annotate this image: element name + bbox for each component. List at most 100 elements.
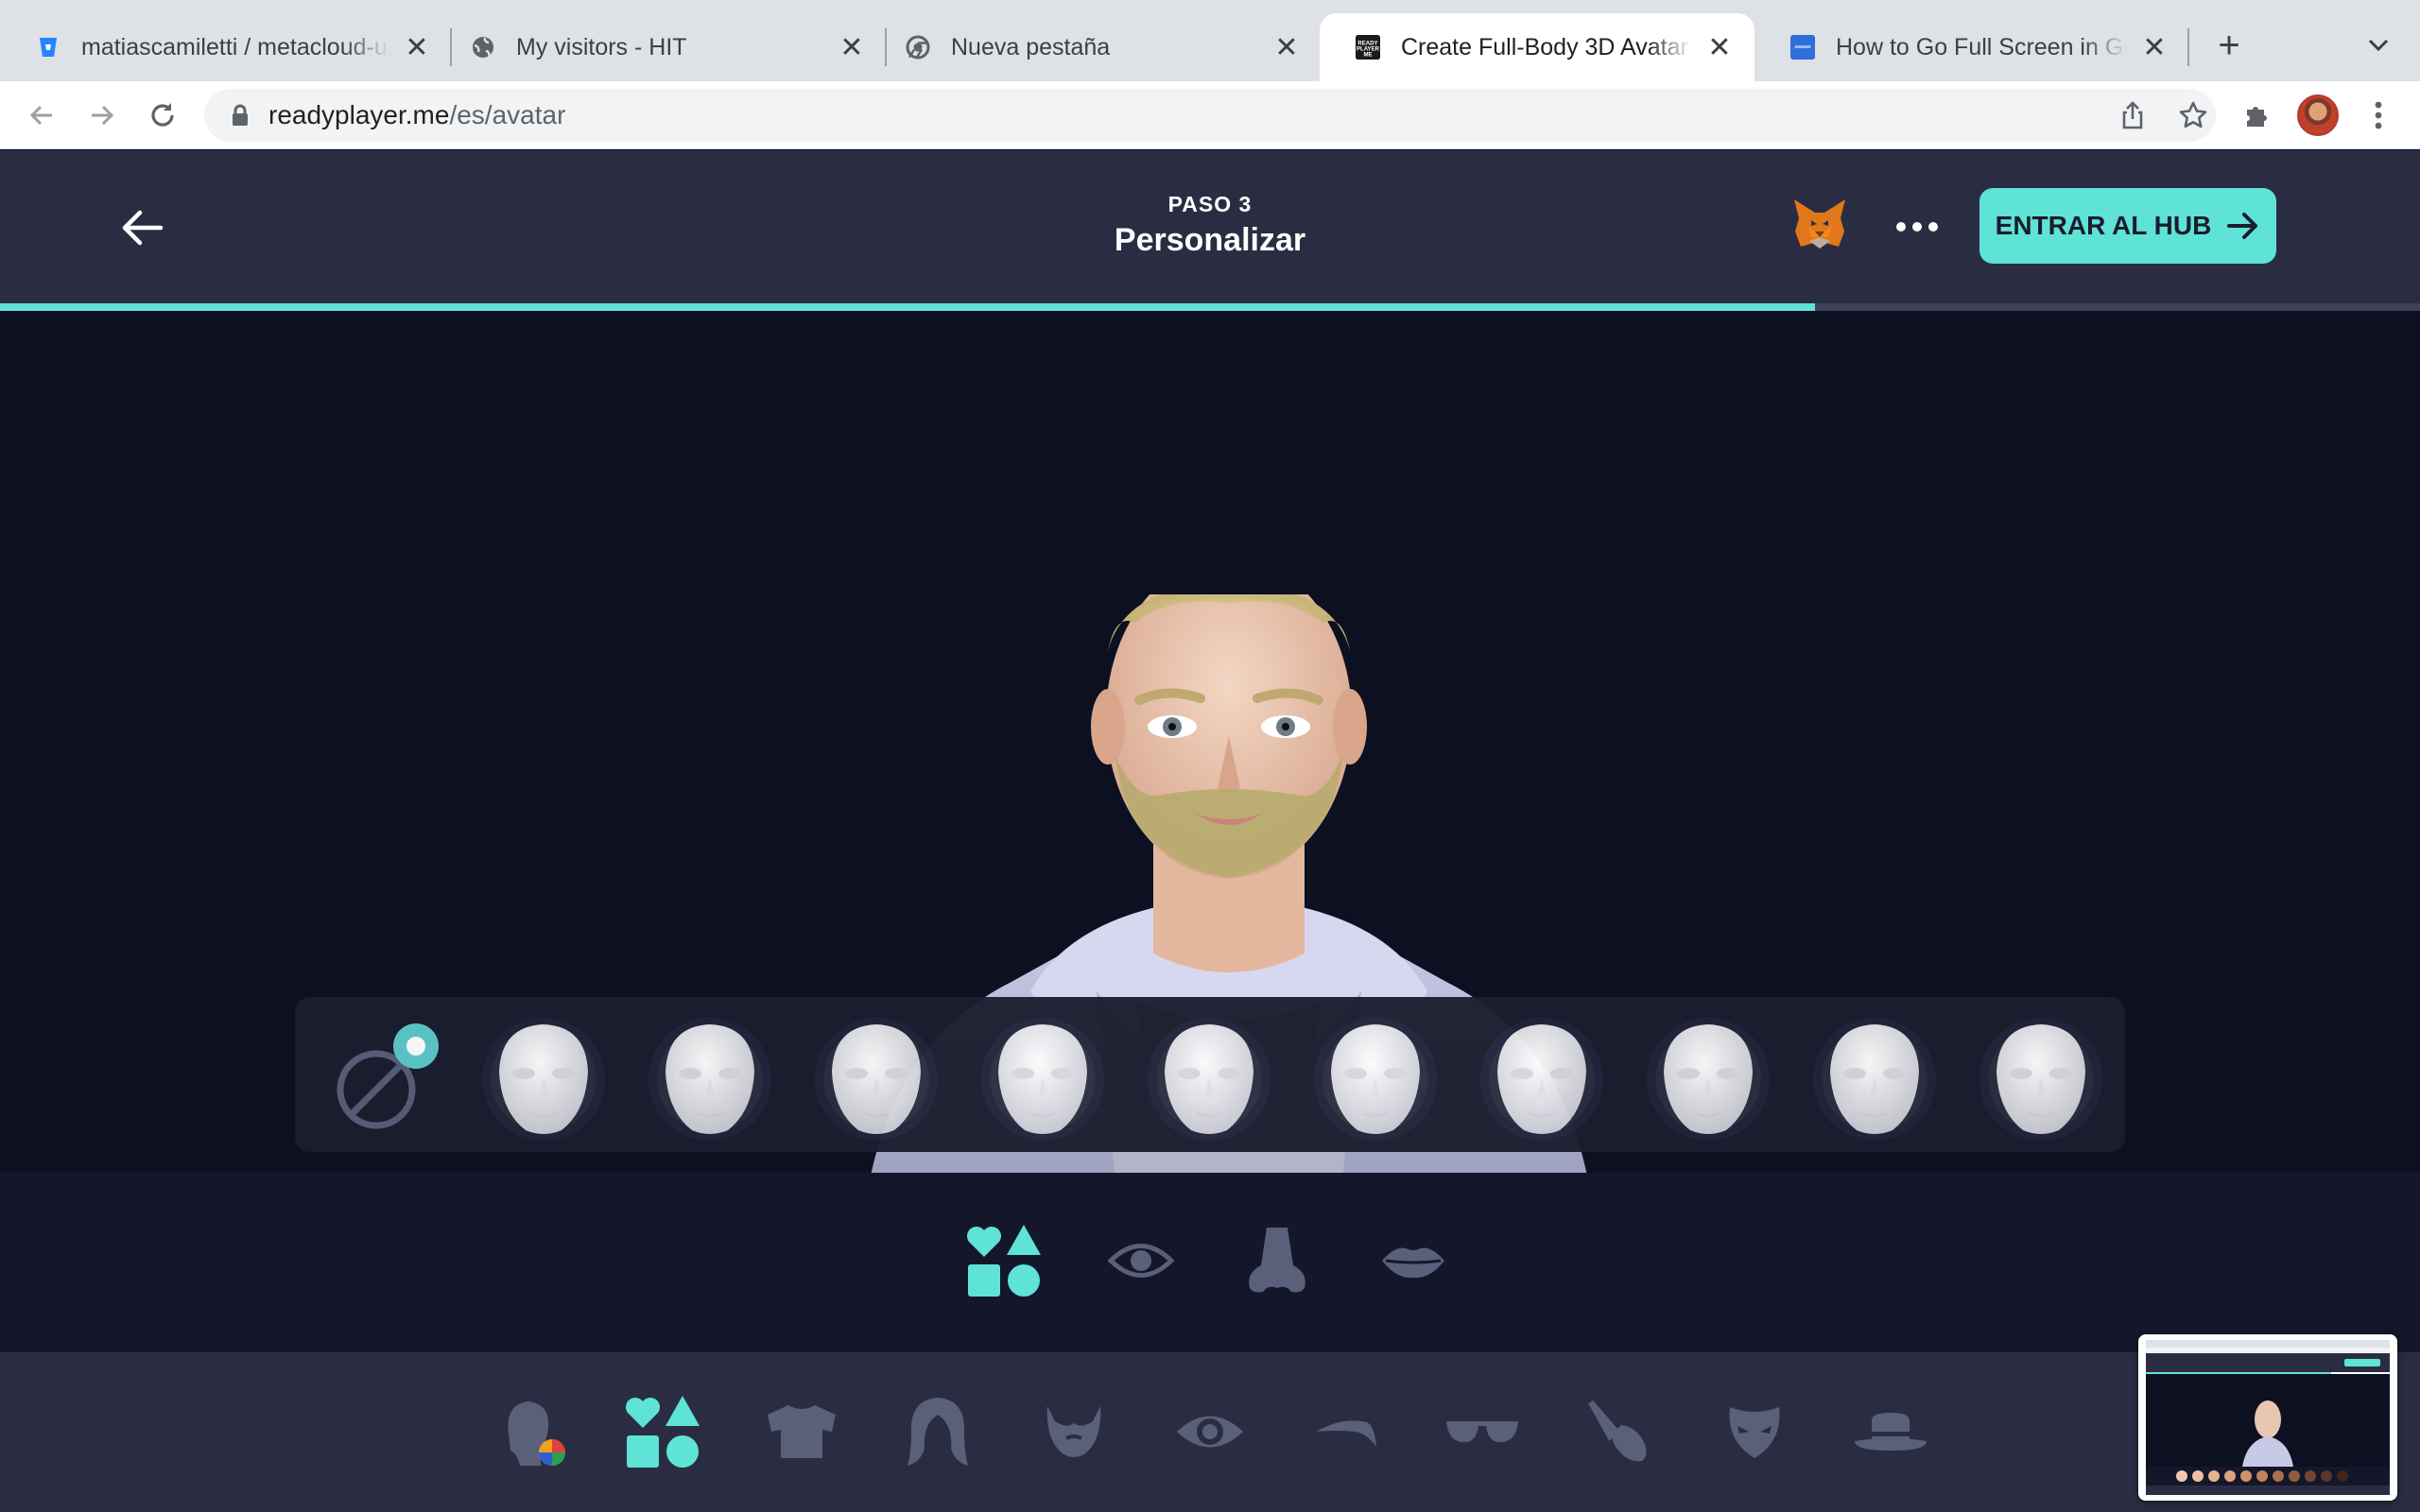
category-outfit[interactable] [762, 1392, 841, 1471]
more-options-button[interactable] [1896, 213, 1938, 241]
shapes-icon [967, 1225, 1041, 1297]
category-face[interactable] [624, 1392, 703, 1471]
svg-text:PLAYER: PLAYER [1357, 46, 1380, 52]
eye-icon [1177, 1416, 1243, 1448]
thumbnail-swatch [2305, 1470, 2316, 1482]
avatar-viewport[interactable] [0, 311, 2420, 1173]
tab-search-button[interactable] [2360, 26, 2397, 64]
hair-icon [908, 1398, 968, 1466]
category-skin-tone[interactable] [493, 1392, 573, 1471]
subcategory-eyes[interactable] [1098, 1218, 1184, 1303]
globe-icon [471, 35, 495, 60]
face-shape-option[interactable] [981, 1018, 1104, 1141]
browser-menu-button[interactable] [2361, 98, 2395, 132]
eyebrow-icon [1316, 1420, 1376, 1447]
face-shape-option[interactable] [648, 1018, 771, 1141]
shapes-icon [626, 1396, 700, 1468]
shirt-icon [768, 1405, 836, 1458]
category-headwear[interactable] [1851, 1392, 1930, 1471]
subcategory-lips[interactable] [1371, 1218, 1456, 1303]
url-text: readyplayer.me/es/avatar [268, 100, 565, 130]
enter-hub-button[interactable]: ENTRAR AL HUB [1979, 188, 2276, 264]
close-tab-icon[interactable]: ✕ [2140, 32, 2169, 63]
thumbnail-swatch [2337, 1470, 2348, 1482]
screenshot-thumbnail[interactable] [2138, 1334, 2397, 1501]
reload-button[interactable] [142, 94, 183, 136]
progress-bar [0, 303, 2420, 311]
chevron-down-icon [2368, 39, 2389, 52]
close-tab-icon[interactable]: ✕ [838, 32, 866, 63]
svg-text:ME: ME [1363, 53, 1372, 59]
face-shape-preview [832, 1024, 921, 1134]
address-bar[interactable]: readyplayer.me/es/avatar [204, 89, 2216, 142]
url-host: readyplayer.me [268, 100, 450, 129]
arrow-right-icon [2227, 213, 2258, 239]
face-shape-option[interactable] [1647, 1018, 1770, 1141]
tab-title: Nueva pestaña [951, 33, 1111, 60]
subcategory-face-shape[interactable] [962, 1218, 1047, 1303]
lips-icon [1382, 1247, 1444, 1279]
face-shape-option[interactable] [1148, 1018, 1270, 1141]
face-shape-tray [295, 997, 2125, 1152]
category-hair[interactable] [898, 1392, 977, 1471]
face-shape-option[interactable] [482, 1018, 605, 1141]
thumbnail-swatch [2192, 1470, 2204, 1482]
face-shape-preview [1996, 1024, 2085, 1134]
close-tab-icon[interactable]: ✕ [1705, 32, 1734, 63]
browser-tab-active[interactable]: READY PLAYER ME Create Full-Body 3D Avatar… [1320, 13, 1754, 81]
category-eyebrows[interactable] [1306, 1392, 1386, 1471]
face-shape-option[interactable] [1979, 1018, 2102, 1141]
readyplayerme-icon: READY PLAYER ME [1356, 35, 1380, 60]
thumbnail-swatch [2176, 1470, 2187, 1482]
lock-icon[interactable] [227, 102, 253, 129]
new-tab-button[interactable]: + [2210, 26, 2248, 64]
category-eye-color[interactable] [1170, 1392, 1250, 1471]
enter-hub-label: ENTRAR AL HUB [1995, 211, 2212, 240]
close-tab-icon[interactable]: ✕ [1272, 32, 1301, 63]
bitbucket-icon [36, 35, 60, 60]
subcategory-nose[interactable] [1235, 1218, 1320, 1303]
bookmark-star-icon[interactable] [2178, 100, 2208, 130]
thumbnail-swatch [2208, 1470, 2220, 1482]
kebab-menu-icon [2375, 101, 2382, 129]
svg-text:READY: READY [1357, 41, 1377, 46]
subcategory-bar [0, 1173, 2420, 1352]
tab-title: Create Full-Body 3D Avatar fr [1401, 33, 1692, 60]
eyedropper-icon[interactable] [335, 1018, 448, 1131]
browser-tab[interactable]: How to Go Full Screen in Goo ✕ [1754, 13, 2189, 81]
profile-avatar[interactable] [2297, 94, 2339, 136]
hat-icon [1855, 1413, 1927, 1451]
category-facewear[interactable] [1715, 1392, 1794, 1471]
browser-tab[interactable]: My visitors - HIT ✕ [435, 13, 887, 81]
eye-icon [1108, 1244, 1174, 1278]
browser-tab[interactable]: matiascamiletti / metacloud-u ✕ [0, 13, 452, 81]
forward-button[interactable] [81, 94, 123, 136]
category-makeup[interactable] [1579, 1392, 1658, 1471]
tab-separator [2187, 28, 2189, 66]
close-tab-icon[interactable]: ✕ [403, 32, 431, 63]
face-shape-preview [1664, 1024, 1753, 1134]
thumbnail-swatch [2256, 1470, 2268, 1482]
category-beard[interactable] [1034, 1392, 1114, 1471]
face-shape-preview [666, 1024, 754, 1134]
beard-icon [1046, 1406, 1101, 1457]
face-shape-option[interactable] [1314, 1018, 1437, 1141]
arrow-left-icon [29, 105, 52, 126]
face-shape-preview [1165, 1024, 1253, 1134]
category-bar [0, 1352, 2420, 1512]
metamask-fox-icon[interactable] [1790, 198, 1849, 252]
makeup-brush-icon [1588, 1400, 1647, 1462]
face-shape-option[interactable] [815, 1018, 938, 1141]
face-shape-option[interactable] [1813, 1018, 1936, 1141]
share-icon[interactable] [2118, 100, 2148, 130]
nose-icon [1249, 1228, 1305, 1293]
extensions-button[interactable] [2240, 98, 2274, 132]
progress-bar-fill [0, 303, 1815, 311]
face-shape-preview [1830, 1024, 1919, 1134]
browser-tab[interactable]: Nueva pestaña ✕ [870, 13, 1322, 81]
face-shape-option[interactable] [1480, 1018, 1603, 1141]
category-glasses[interactable] [1443, 1392, 1522, 1471]
dot [1896, 222, 1906, 232]
back-button[interactable] [21, 94, 62, 136]
tab-title: My visitors - HIT [516, 33, 687, 60]
